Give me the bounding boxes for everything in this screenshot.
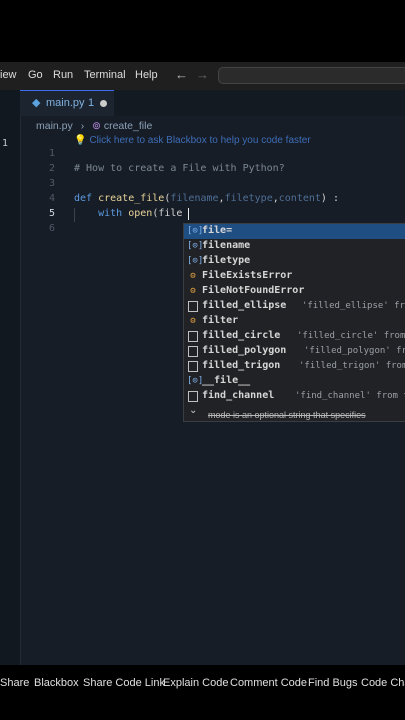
suggestion-label: __file__: [202, 375, 251, 386]
chevron-right-icon: ›: [80, 120, 85, 132]
breadcrumb-symbol[interactable]: create_file: [104, 120, 152, 132]
lightbulb-icon: 💡: [74, 135, 87, 146]
variable-icon: [⊙]: [187, 241, 204, 251]
suggestion-item[interactable]: [⊙] filename: [184, 239, 405, 254]
suggestion-item[interactable]: [⊙] filetype: [184, 254, 405, 269]
suggestion-detail: 'find_channel' from th: [295, 391, 405, 401]
code-with-line[interactable]: with open(file: [74, 208, 182, 219]
suggestion-item[interactable]: ⚙ FileExistsError: [184, 269, 405, 284]
suggestion-item[interactable]: find_channel 'find_channel' from th: [184, 389, 405, 404]
status-share[interactable]: Share: [0, 677, 29, 689]
suggestion-item[interactable]: ⚙ FileNotFoundError: [184, 284, 405, 299]
code-comment[interactable]: # How to create a File with Python?: [74, 163, 285, 174]
status-share-code-link[interactable]: Share Code Link: [83, 677, 165, 689]
activity-strip: [0, 90, 21, 665]
status-bar: Share Blackbox Share Code Link Explain C…: [0, 673, 405, 693]
menu-help[interactable]: Help: [135, 69, 158, 81]
suggestion-label: file=: [202, 225, 233, 236]
text-icon: [188, 301, 198, 312]
suggestion-detail: 'filled_polygon' fro: [304, 346, 405, 356]
suggestion-label: filetype: [202, 255, 251, 266]
variable-icon: [⊙]: [187, 256, 204, 266]
suggestion-label: find_channel: [202, 390, 275, 401]
text-icon: [188, 331, 198, 342]
autocomplete-widget: [⊙] file= [⊙] filename [⊙] filetype ⚙ Fi…: [183, 223, 405, 418]
blackbox-hint[interactable]: 💡 Click here to ask Blackbox to help you …: [74, 135, 311, 146]
python-file-icon: ◆: [32, 97, 41, 109]
suggestion-item[interactable]: ⚙ filter: [184, 314, 405, 329]
breadcrumb-file[interactable]: main.py: [36, 120, 73, 132]
status-explain-code[interactable]: Explain Code: [163, 677, 228, 689]
status-comment-code[interactable]: Comment Code: [230, 677, 307, 689]
breadcrumb: main.py › ⊚ create_file: [36, 120, 152, 132]
param: filetype: [224, 193, 273, 204]
tab-problem-count: 1: [88, 97, 95, 109]
status-find-bugs[interactable]: Find Bugs: [308, 677, 358, 689]
line-number: 4: [48, 193, 55, 204]
typed-text: file: [158, 208, 183, 219]
line-number: 1: [48, 148, 55, 159]
suggestion-item[interactable]: [⊙] __file__: [184, 374, 405, 389]
keyword-def: def: [74, 193, 93, 204]
suggestion-detail: 'filled_trigon' from: [299, 361, 405, 371]
suggestion-label: filled_ellipse: [202, 300, 287, 311]
suggestion-item[interactable]: filled_trigon 'filled_trigon' from: [184, 359, 405, 374]
line-number-active: 5: [48, 208, 55, 219]
symbol-icon: ⊚: [92, 120, 101, 132]
suggestion-item[interactable]: filled_polygon 'filled_polygon' fro: [184, 344, 405, 359]
suggestion-detail: 'filled_circle' from: [297, 331, 405, 341]
back-arrow-icon[interactable]: ←: [175, 67, 188, 82]
text-icon: [188, 361, 198, 372]
line-number: 6: [48, 223, 55, 234]
status-blackbox[interactable]: Blackbox: [34, 677, 79, 689]
suggestion-label: FileExistsError: [202, 270, 293, 281]
keyword-with: with: [98, 208, 123, 219]
status-code-chat[interactable]: Code Chat: [361, 677, 405, 689]
unsaved-dot-icon[interactable]: [100, 100, 107, 107]
tab-main-py[interactable]: ◆ main.py 1: [20, 90, 114, 116]
menu-run[interactable]: Run: [53, 69, 73, 81]
command-center-search[interactable]: [218, 67, 405, 84]
variable-icon: [⊙]: [187, 226, 204, 236]
variable-icon: [⊙]: [187, 376, 204, 386]
suggestion-label: filter: [202, 315, 239, 326]
menu-terminal[interactable]: Terminal: [84, 69, 126, 81]
stage: iew Go Run Terminal Help ← → ◆ main.py 1…: [0, 0, 405, 720]
line-number: 3: [48, 178, 55, 189]
suggestion-item[interactable]: [⊙] file=: [184, 224, 405, 239]
forward-arrow-icon[interactable]: →: [196, 67, 209, 82]
details-text: mode is an optional string that specifie…: [208, 410, 366, 420]
text-icon: [188, 391, 198, 402]
hint-text: Click here to ask Blackbox to help you c…: [89, 135, 311, 146]
suggestion-label: filled_circle: [202, 330, 281, 341]
param: filename: [170, 193, 219, 204]
tab-label: main.py: [46, 97, 85, 109]
suggestion-label: filled_polygon: [202, 345, 287, 356]
class-icon: ⚙: [190, 286, 196, 296]
class-icon: ⚙: [190, 316, 196, 326]
text-cursor: [188, 208, 189, 220]
param: content: [278, 193, 321, 204]
text-icon: [188, 346, 198, 357]
function-name: create_file: [98, 193, 165, 204]
suggestion-label: filename: [202, 240, 251, 251]
suggestion-label: filled_trigon: [202, 360, 281, 371]
line-number: 2: [48, 163, 55, 174]
menu-bar: iew Go Run Terminal Help ← →: [0, 62, 405, 90]
suggestion-label: FileNotFoundError: [202, 285, 305, 296]
chevron-down-icon[interactable]: ⌄: [189, 405, 197, 416]
menu-go[interactable]: Go: [28, 69, 43, 81]
suggestion-item[interactable]: filled_circle 'filled_circle' from: [184, 329, 405, 344]
suggestion-details[interactable]: ⌄ mode is an optional string that specif…: [183, 404, 405, 422]
code-def-line[interactable]: def create_file(filename,filetype,conten…: [74, 193, 339, 204]
suggestion-item[interactable]: filled_ellipse 'filled_ellipse' from: [184, 299, 405, 314]
open-call: open: [128, 208, 153, 219]
suggestion-detail: 'filled_ellipse' from: [302, 301, 405, 311]
menu-view[interactable]: iew: [0, 69, 17, 81]
class-icon: ⚙: [190, 271, 196, 281]
